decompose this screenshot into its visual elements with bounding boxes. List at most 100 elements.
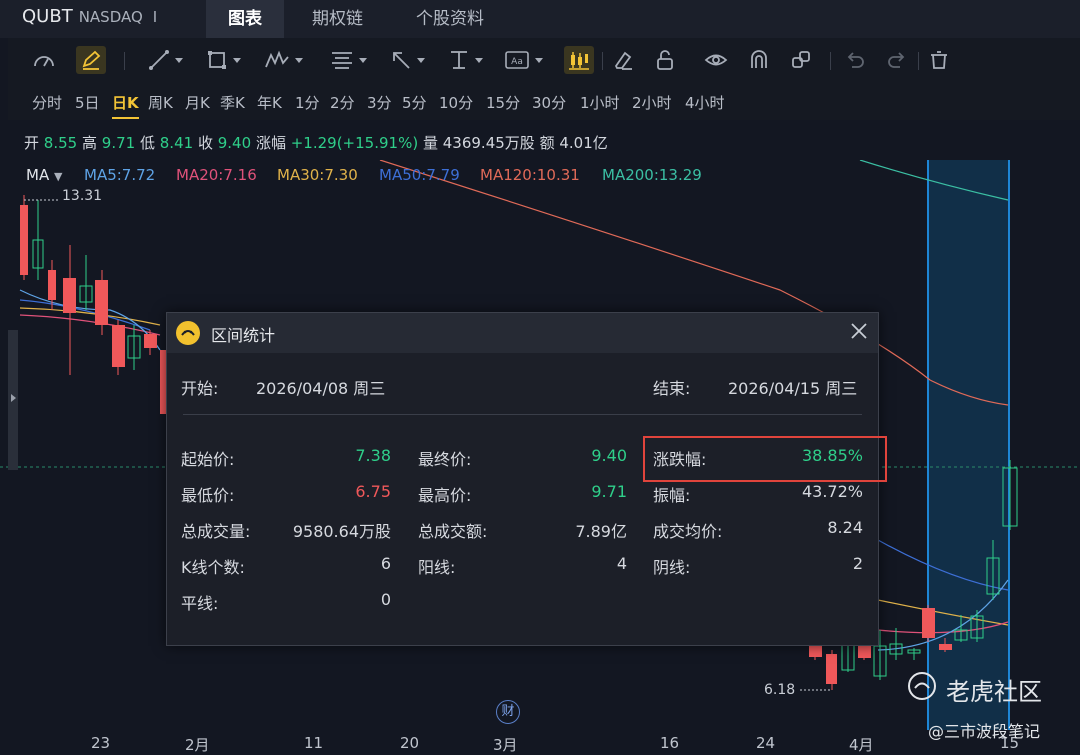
total-volume-value: 9580.64万股 [292,522,391,541]
measure-icon[interactable] [448,46,483,74]
text-icon[interactable]: Aa [504,46,543,74]
low-marker-label: 6.18 [764,682,796,698]
high-label: 高 [81,134,97,152]
gauge-icon[interactable] [32,46,56,74]
open-value: 8.55 [43,134,78,152]
amplitude-value: 43.72% [801,482,863,501]
left-panel-handle[interactable] [8,330,18,470]
start-price-label: 起始价: [181,450,235,469]
magnet-icon[interactable] [748,46,770,74]
up-count-label: 阳线: [418,558,456,577]
ma20-value: MA20:7.16 [176,166,257,184]
tiger-logo-icon [906,670,938,708]
symbol-header: QUBT NASDAQ I [22,6,157,27]
high-value: 9.71 [101,134,136,152]
low-price-label: 最低价: [181,486,235,505]
low-value: 8.41 [159,134,194,152]
avg-price-value: 8.24 [827,518,863,537]
down-count-value: 2 [852,554,863,573]
dialog-header: 区间统计 [167,313,878,353]
flat-count-label: 平线: [181,594,219,613]
undo-icon[interactable] [844,46,866,74]
low-label: 低 [139,134,155,152]
period-2m[interactable]: 2分 [330,92,355,113]
start-date-value: 2026/04/08 周三 [256,379,386,398]
ma200-value: MA200:13.29 [602,166,702,184]
period-5m[interactable]: 5分 [402,92,427,113]
period-weekly[interactable]: 周K [148,92,173,113]
open-label: 开 [24,134,40,152]
period-5d[interactable]: 5日 [75,92,100,113]
period-3m[interactable]: 3分 [367,92,392,113]
period-15m[interactable]: 15分 [486,92,520,113]
fib-icon[interactable] [330,46,367,74]
total-amount-label: 总成交额: [418,522,488,541]
x-tick: 3月 [493,736,518,754]
final-price-label: 最终价: [418,450,472,469]
finance-badge-icon[interactable]: 财 [496,700,520,724]
pencil-icon[interactable] [76,46,106,74]
period-quarterly[interactable]: 季K [220,92,245,113]
dialog-divider [183,414,862,415]
kline-count-label: K线个数: [181,558,245,577]
candles-left [20,195,166,414]
ma120-value: MA120:10.31 [480,166,580,184]
arrow-icon[interactable] [390,46,425,74]
end-date-value: 2026/04/15 周三 [728,379,858,398]
layers-icon[interactable] [790,46,812,74]
tab-options-chain[interactable]: 期权链 [312,0,363,38]
eye-icon[interactable] [704,46,728,74]
volume-label: 量 [422,134,438,152]
high-price-label: 最高价: [418,486,472,505]
period-10m[interactable]: 10分 [439,92,473,113]
ma30-value: MA30:7.30 [277,166,358,184]
close-label: 收 [197,134,213,152]
ma5-value: MA5:7.72 [84,166,156,184]
period-2h[interactable]: 2小时 [632,92,672,113]
change-value: +1.29(+15.91%) [290,134,419,152]
kline-count-value: 6 [380,554,391,573]
redo-icon[interactable] [886,46,908,74]
period-1m[interactable]: 1分 [295,92,320,113]
top-bar: QUBT NASDAQ I 图表 期权链 个股资料 [0,0,1080,38]
period-daily[interactable]: 日K [112,92,139,119]
close-value: 9.40 [217,134,252,152]
header-separator: I [152,8,158,26]
period-1h[interactable]: 1小时 [580,92,620,113]
x-tick: 20 [400,734,420,752]
close-icon[interactable] [849,321,869,341]
high-marker-label: 13.31 [62,188,103,204]
up-count-value: 4 [616,554,627,573]
end-date-label: 结束: [653,379,691,398]
total-amount-value: 7.89亿 [575,522,627,541]
period-4h[interactable]: 4小时 [685,92,725,113]
rectangle-icon[interactable] [206,46,241,74]
ohlc-summary: 开 8.55 高 9.71 低 8.41 收 9.40 涨幅 +1.29(+15… [24,132,608,153]
ma-label[interactable]: MA ▼ [26,166,62,184]
x-tick: 11 [304,734,324,752]
flat-count-value: 0 [380,590,391,609]
x-tick: 4月 [849,736,874,754]
tab-stock-profile[interactable]: 个股资料 [416,0,484,38]
x-tick: 24 [756,734,776,752]
candle-settings-icon[interactable] [564,46,594,74]
total-volume-label: 总成交量: [181,522,251,541]
volume-value: 4369.45万股 [442,134,535,152]
line-icon[interactable] [148,46,183,74]
x-tick: 16 [660,734,680,752]
tab-chart[interactable]: 图表 [206,0,284,38]
period-30m[interactable]: 30分 [532,92,566,113]
eraser-icon[interactable] [612,46,634,74]
amplitude-label: 振幅: [653,486,691,505]
period-yearly[interactable]: 年K [257,92,282,113]
period-intraday[interactable]: 分时 [32,92,62,113]
brand-watermark: 老虎社区 [906,670,1042,708]
trash-icon[interactable] [928,46,950,74]
highlight-box [643,436,887,482]
pattern-icon[interactable] [264,46,303,74]
low-price-value: 6.75 [355,482,391,501]
high-price-value: 9.71 [591,482,627,501]
lock-icon[interactable] [654,46,676,74]
start-price-value: 7.38 [355,446,391,465]
period-monthly[interactable]: 月K [185,92,210,113]
